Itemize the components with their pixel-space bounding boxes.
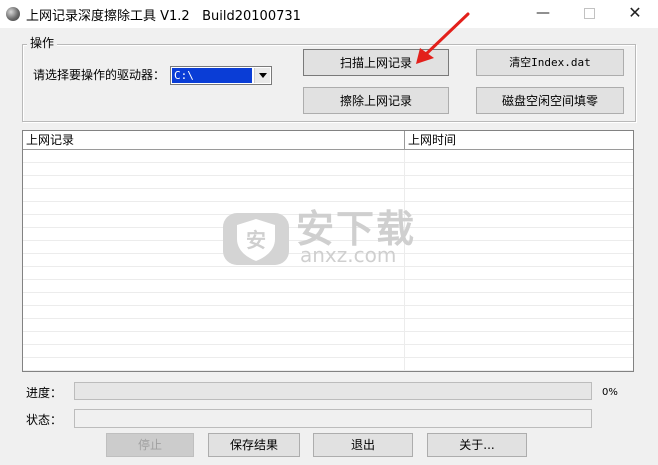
erase-records-button[interactable]: 擦除上网记录 — [303, 87, 449, 114]
status-field — [74, 409, 592, 428]
fill-free-space-button[interactable]: 磁盘空闲空间填零 — [476, 87, 624, 114]
drive-select-value: C:\ — [172, 68, 252, 83]
progress-bar — [74, 382, 592, 400]
watermark-domain: anxz.com — [300, 243, 397, 267]
column-divider — [404, 150, 405, 371]
column-header-record[interactable]: 上网记录 — [23, 131, 405, 149]
close-button[interactable]: ✕ — [612, 0, 658, 28]
drive-label: 请选择要操作的驱动器： — [33, 68, 166, 82]
watermark-shield-icon: 安 — [223, 213, 289, 265]
progress-percent: 0% — [602, 387, 618, 398]
window-title: 上网记录深度擦除工具 V1.2 Build20100731 — [26, 9, 301, 24]
list-header: 上网记录 上网时间 — [23, 131, 633, 150]
svg-text:安: 安 — [246, 228, 266, 252]
app-icon — [6, 7, 20, 21]
chevron-down-icon — [259, 73, 267, 78]
progress-label: 进度： — [26, 386, 63, 400]
maximize-icon — [583, 8, 595, 19]
clear-index-button[interactable]: 清空Index.dat — [476, 49, 624, 76]
maximize-button — [566, 0, 612, 28]
red-arrow-icon — [416, 12, 470, 64]
exit-button[interactable]: 退出 — [313, 433, 413, 457]
column-header-time[interactable]: 上网时间 — [405, 131, 633, 149]
group-label: 操作 — [27, 34, 58, 51]
title-bar: 上网记录深度擦除工具 V1.2 Build20100731 — ✕ — [0, 0, 658, 28]
drive-select[interactable]: C:\ — [170, 66, 272, 85]
drive-dropdown-button[interactable] — [254, 68, 270, 83]
save-results-button[interactable]: 保存结果 — [208, 433, 300, 457]
about-button[interactable]: 关于... — [427, 433, 527, 457]
minimize-button[interactable]: — — [520, 0, 566, 28]
stop-button: 停止 — [106, 433, 194, 457]
status-label: 状态： — [26, 413, 63, 427]
